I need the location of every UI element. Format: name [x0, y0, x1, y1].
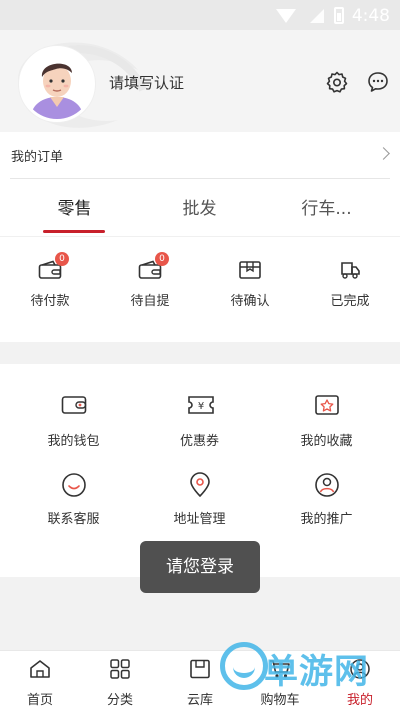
status-label: 已完成	[330, 294, 370, 309]
tool-label: 我的收藏	[300, 434, 353, 449]
count-badge: 0	[155, 252, 169, 266]
status-bar: 4:48	[0, 0, 400, 30]
login-toast: 请您登录	[140, 541, 260, 593]
status-pending-pickup[interactable]: 0 待自提	[100, 250, 200, 309]
promotion-icon	[315, 473, 339, 497]
message-icon[interactable]	[366, 70, 390, 94]
status-pending-payment[interactable]: 0 待付款	[0, 250, 100, 309]
orders-card: 我的订单 零售 批发 行车... 0 待付款 0 待自提 待确认 已完成	[0, 132, 400, 342]
tool-label: 优惠券	[179, 434, 219, 449]
box-icon	[239, 261, 261, 279]
avatar[interactable]	[19, 46, 95, 122]
truck-icon	[341, 262, 360, 279]
tab-vehicle[interactable]: 行车...	[260, 194, 393, 219]
customer-service-icon	[62, 473, 86, 497]
tool-label: 地址管理	[173, 512, 226, 527]
chevron-right-icon	[377, 147, 390, 160]
profile-name[interactable]: 请填写认证	[109, 72, 184, 93]
location-icon	[190, 472, 210, 497]
tool-favorites[interactable]: 我的收藏	[260, 394, 393, 449]
category-icon	[110, 659, 130, 679]
coupon-icon: ¥	[188, 396, 214, 414]
status-pending-confirm[interactable]: 待确认	[200, 250, 300, 309]
nav-label: 首页	[26, 693, 53, 708]
divider	[10, 178, 390, 179]
tool-customer-service[interactable]: 联系客服	[7, 472, 140, 527]
wallet-icon	[61, 396, 87, 414]
tool-wallet[interactable]: 我的钱包	[7, 394, 140, 449]
nav-home[interactable]: 首页	[0, 657, 80, 708]
tool-label: 我的推广	[300, 512, 353, 527]
status-label: 待自提	[130, 294, 170, 309]
svg-text:¥: ¥	[198, 401, 204, 412]
tab-retail[interactable]: 零售	[8, 194, 141, 219]
divider	[0, 236, 400, 237]
count-badge: 0	[55, 252, 69, 266]
status-label: 待付款	[30, 294, 70, 309]
status-label: 待确认	[230, 294, 270, 309]
order-status-row: 0 待付款 0 待自提 待确认 已完成	[0, 250, 400, 320]
tab-wholesale[interactable]: 批发	[133, 194, 266, 219]
wifi-icon	[276, 9, 296, 23]
battery-icon	[334, 7, 344, 24]
nav-label: 分类	[106, 693, 133, 708]
tool-address[interactable]: 地址管理	[133, 472, 266, 527]
tool-coupon[interactable]: ¥ 优惠券	[133, 394, 266, 449]
watermark-circle-icon	[220, 642, 268, 690]
orders-header[interactable]: 我的订单	[0, 132, 400, 178]
profile-header: 请填写认证	[0, 30, 400, 132]
nav-category[interactable]: 分类	[80, 657, 160, 708]
watermark-text: 单游网	[264, 652, 369, 692]
status-time: 4:48	[351, 6, 390, 26]
orders-title: 我的订单	[11, 150, 64, 165]
watermark-logo: 单游网	[220, 636, 400, 706]
active-tab-indicator	[43, 230, 105, 233]
settings-gear-icon[interactable]	[325, 70, 349, 94]
favorite-icon	[315, 395, 339, 415]
user-avatar-icon	[22, 49, 92, 119]
status-completed[interactable]: 已完成	[300, 250, 400, 309]
order-type-tabs: 零售 批发 行车...	[0, 188, 400, 236]
tool-label: 我的钱包	[47, 434, 100, 449]
home-icon	[30, 660, 50, 678]
tool-label: 联系客服	[47, 512, 100, 527]
tool-promotion[interactable]: 我的推广	[260, 472, 393, 527]
cloud-store-icon	[190, 659, 210, 679]
signal-icon	[310, 9, 324, 23]
